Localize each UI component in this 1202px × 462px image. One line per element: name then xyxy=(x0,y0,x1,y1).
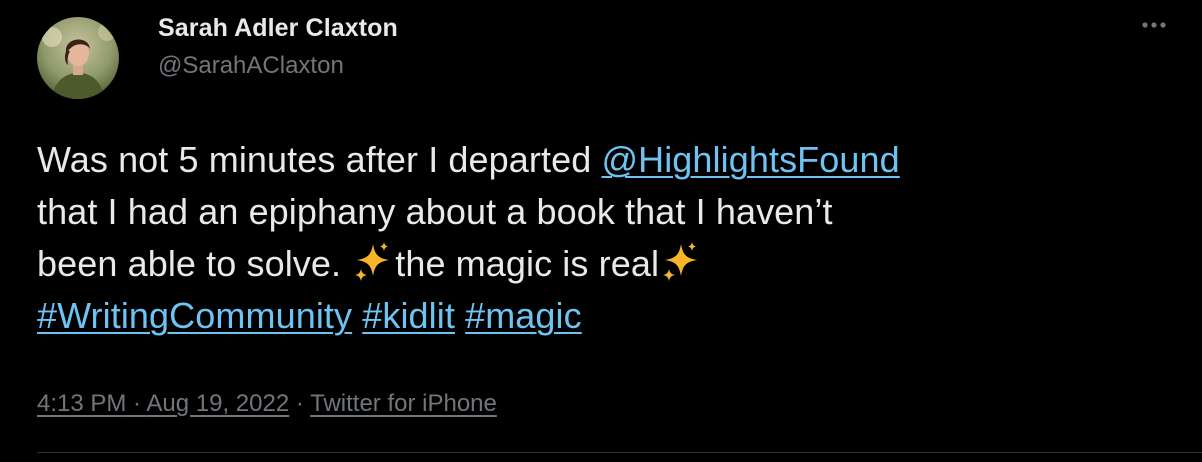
tweet-text: Was not 5 minutes after I departed @High… xyxy=(37,134,1167,342)
tweet-card: Sarah Adler Claxton @SarahAClaxton Was n… xyxy=(0,0,1202,462)
tweet-text-segment: that I had an epiphany about a book that… xyxy=(37,191,833,232)
tweet-line-4: #WritingCommunity #kidlit #magic xyxy=(37,290,1167,342)
tweet-time: 4:13 PM xyxy=(37,390,127,417)
mention-link[interactable]: @HighlightsFound xyxy=(601,139,899,180)
tweet-text-segment: the magic is real xyxy=(395,243,660,284)
avatar-image xyxy=(37,17,119,99)
avatar[interactable] xyxy=(37,17,119,99)
tweet-text-segment: been able to solve. xyxy=(37,243,352,284)
author-handle[interactable]: @SarahAClaxton xyxy=(158,50,398,82)
hashtag-magic[interactable]: #magic xyxy=(465,295,582,336)
tweet-text-segment: Was not 5 minutes after I departed xyxy=(37,139,602,180)
tweet-line-2: that I had an epiphany about a book that… xyxy=(37,186,1167,238)
divider xyxy=(37,452,1202,453)
meta-separator: · xyxy=(289,390,311,417)
sparkles-emoji-icon xyxy=(663,242,698,281)
sparkles-emoji-icon xyxy=(355,242,390,281)
tweet-date: Aug 19, 2022 xyxy=(146,390,290,417)
tweet-line-3: been able to solve. the magic is real xyxy=(37,238,1167,290)
tweet-timestamp[interactable]: 4:13 PM · Aug 19, 2022 xyxy=(37,390,289,417)
meta-separator: · xyxy=(126,390,147,417)
tweet-line-1: Was not 5 minutes after I departed @High… xyxy=(37,134,1167,186)
author-block: Sarah Adler Claxton @SarahAClaxton xyxy=(158,12,398,82)
hashtag-kidlit[interactable]: #kidlit xyxy=(362,295,455,336)
tweet-meta: 4:13 PM · Aug 19, 2022 · Twitter for iPh… xyxy=(37,388,497,420)
more-horizontal-icon xyxy=(1142,22,1166,28)
hashtag-writingcommunity[interactable]: #WritingCommunity xyxy=(37,295,352,336)
more-options-button[interactable] xyxy=(1134,11,1174,39)
author-name[interactable]: Sarah Adler Claxton xyxy=(158,12,398,44)
tweet-source[interactable]: Twitter for iPhone xyxy=(310,390,497,417)
